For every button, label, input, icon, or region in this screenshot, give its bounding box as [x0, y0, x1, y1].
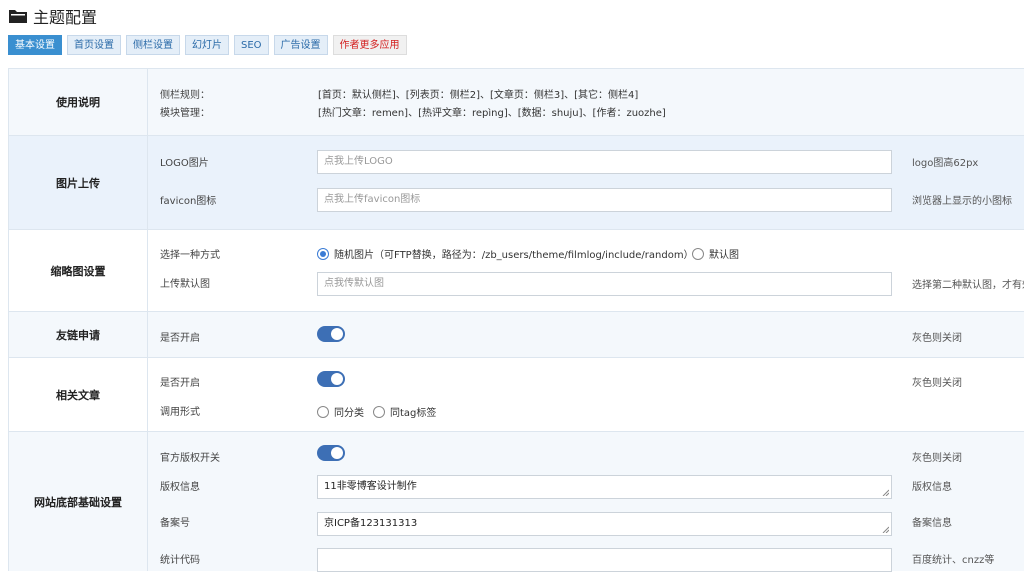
tab-author-more-apps[interactable]: 作者更多应用 [332, 35, 407, 55]
radio-same-category-label: 同分类 [334, 408, 364, 419]
related-articles-label: 相关文章 [9, 358, 148, 431]
toggle-knob [331, 373, 343, 385]
footer-settings-label: 网站底部基础设置 [9, 432, 148, 571]
friend-links-label: 友链申请 [9, 312, 148, 357]
logo-label: LOGO图片 [160, 158, 209, 169]
icp-label: 备案号 [160, 518, 190, 529]
related-call-label: 调用形式 [160, 407, 200, 418]
stats-code-note: 百度统计、cnzz等 [912, 555, 995, 566]
copyright-info-textarea[interactable]: 11非零博客设计制作 [317, 475, 892, 499]
radio-same-category[interactable]: 同分类 [317, 404, 364, 419]
thumbnail-upload-label: 上传默认图 [160, 279, 210, 290]
toggle-knob [331, 328, 343, 340]
icp-textarea[interactable]: 京ICP备123131313 [317, 512, 892, 536]
radio-indicator [692, 247, 704, 260]
thumbnail-note: 选择第二种默认图，才有效。 [912, 280, 1024, 291]
friend-links-row: 友链申请 是否开启 灰色则关闭 [9, 311, 1024, 357]
copyright-info-label: 版权信息 [160, 482, 200, 493]
favicon-upload-field[interactable]: 点我上传favicon图标 [317, 188, 892, 212]
related-note: 灰色则关闭 [912, 378, 962, 389]
toggle-knob [331, 447, 343, 459]
radio-indicator [373, 405, 385, 418]
sidebar-rule-label: 侧栏规则： [160, 90, 210, 101]
stats-code-textarea[interactable] [317, 548, 892, 572]
settings-table: 使用说明 侧栏规则： [首页：默认侧栏]、[列表页：侧栏2]、[文章页：侧栏3]… [8, 68, 1024, 572]
resize-handle-icon[interactable] [882, 526, 889, 533]
copyright-switch-note: 灰色则关闭 [912, 453, 962, 464]
tab-slideshow[interactable]: 幻灯片 [185, 35, 229, 55]
related-articles-row: 相关文章 是否开启 灰色则关闭 调用形式 同分类 同tag标签 [9, 357, 1024, 431]
friend-links-note: 灰色则关闭 [912, 333, 962, 344]
related-articles-toggle[interactable] [317, 371, 345, 387]
image-upload-label: 图片上传 [9, 136, 148, 229]
usage-label: 使用说明 [9, 69, 148, 135]
default-thumbnail-upload-field[interactable]: 点我传默认图 [317, 272, 892, 296]
footer-settings-row: 网站底部基础设置 官方版权开关 灰色则关闭 版权信息 11非零博客设计制作 版权… [9, 431, 1024, 572]
thumbnail-row: 缩略图设置 选择一种方式 随机图片（可FTP替换，路径为：/zb_users/t… [9, 229, 1024, 311]
thumbnail-method-label: 选择一种方式 [160, 250, 220, 261]
tab-home-settings[interactable]: 首页设置 [67, 35, 121, 55]
tab-seo[interactable]: SEO [234, 35, 269, 55]
icp-value: 京ICP备123131313 [324, 518, 418, 529]
page-header: 主题配置 [8, 4, 97, 28]
folder-icon [8, 8, 28, 24]
copyright-switch-label: 官方版权开关 [160, 453, 220, 464]
radio-random-image-label: 随机图片（可FTP替换，路径为：/zb_users/theme/filmlog/… [334, 250, 694, 261]
radio-indicator [317, 405, 329, 418]
resize-handle-icon[interactable] [882, 489, 889, 496]
radio-random-image[interactable]: 随机图片（可FTP替换，路径为：/zb_users/theme/filmlog/… [317, 246, 694, 261]
page-title: 主题配置 [33, 8, 98, 27]
friend-links-enable-label: 是否开启 [160, 333, 200, 344]
stats-code-label: 统计代码 [160, 555, 200, 566]
usage-row: 使用说明 侧栏规则： [首页：默认侧栏]、[列表页：侧栏2]、[文章页：侧栏3]… [9, 68, 1024, 135]
tab-basic-settings[interactable]: 基本设置 [8, 35, 62, 55]
thumbnail-label: 缩略图设置 [9, 230, 148, 311]
copyright-info-value: 11非零博客设计制作 [324, 481, 417, 492]
radio-default-image-label: 默认图 [709, 250, 739, 261]
tab-sidebar-settings[interactable]: 侧栏设置 [126, 35, 180, 55]
favicon-note: 浏览器上显示的小图标 [912, 196, 1012, 207]
module-manage-label: 模块管理： [160, 108, 210, 119]
sidebar-rule-text: [首页：默认侧栏]、[列表页：侧栏2]、[文章页：侧栏3]、[其它：侧栏4] [318, 90, 639, 101]
icp-note: 备案信息 [912, 518, 952, 529]
copyright-info-note: 版权信息 [912, 482, 952, 493]
logo-note: logo图高62px [912, 158, 979, 169]
radio-same-tag[interactable]: 同tag标签 [373, 404, 436, 419]
radio-default-image[interactable]: 默认图 [692, 246, 739, 261]
radio-same-tag-label: 同tag标签 [390, 408, 437, 419]
settings-tabs: 基本设置 首页设置 侧栏设置 幻灯片 SEO 广告设置 作者更多应用 [8, 35, 412, 55]
favicon-label: favicon图标 [160, 196, 217, 207]
related-enable-label: 是否开启 [160, 378, 200, 389]
tab-ad-settings[interactable]: 广告设置 [273, 35, 328, 55]
module-manage-text: [热门文章：remen]、[热评文章：repìng]、[数据：shuju]、[作… [318, 108, 666, 119]
radio-selected-indicator [317, 247, 329, 260]
image-upload-row: 图片上传 LOGO图片 点我上传LOGO logo图高62px favicon图… [9, 135, 1024, 229]
logo-upload-field[interactable]: 点我上传LOGO [317, 150, 892, 174]
friend-links-toggle[interactable] [317, 326, 345, 342]
copyright-switch-toggle[interactable] [317, 445, 345, 461]
